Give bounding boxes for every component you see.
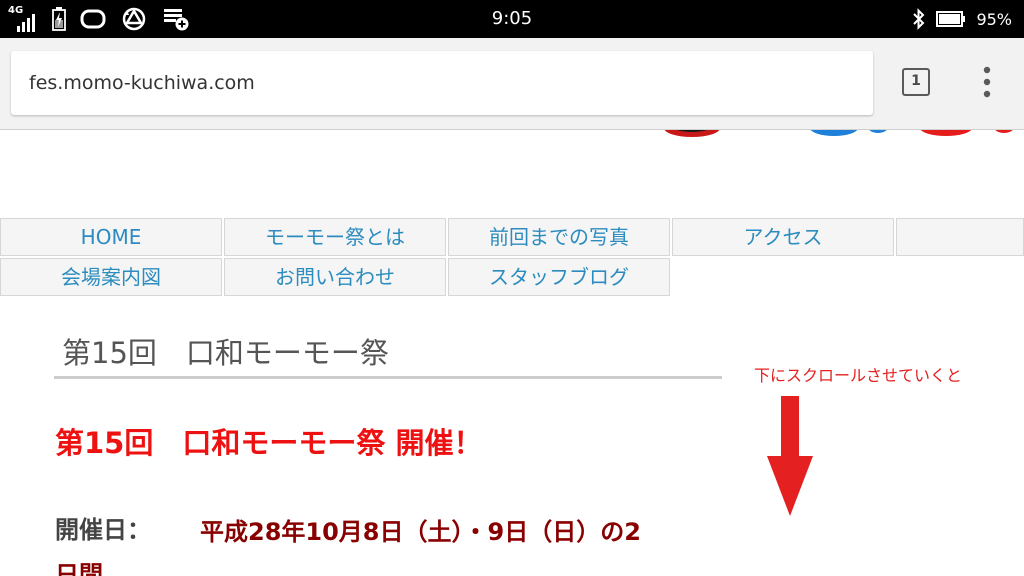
title-divider — [54, 376, 722, 379]
date-value-continued: 日間 — [55, 561, 103, 576]
nav-item-empty — [896, 218, 1024, 256]
status-right-icons: 95% — [912, 0, 1012, 38]
tab-switcher-button[interactable]: 1 — [902, 68, 930, 96]
date-value: 平成28年10月8日（土）・9日（日）の2 — [200, 518, 641, 546]
status-bar: 4G 9:05 95% — [0, 0, 1024, 38]
web-page-content: HOME モーモー祭とは 前回までの写真 アクセス 会場案内図 お問い合わせ ス… — [0, 130, 1024, 576]
annotation-text: 下にスクロールさせていくと — [754, 366, 963, 385]
nav-item-home[interactable]: HOME — [0, 218, 222, 256]
browser-toolbar: fes.momo-kuchiwa.com 1 — [0, 38, 1024, 130]
down-arrow-icon — [767, 396, 813, 516]
nav-item-venue-map[interactable]: 会場案内図 — [0, 258, 222, 296]
nav-item-contact[interactable]: お問い合わせ — [224, 258, 446, 296]
event-headline: 第15回 口和モーモー祭 開催！ — [55, 426, 483, 460]
nav-item-staff-blog[interactable]: スタッフブログ — [448, 258, 670, 296]
battery-icon — [936, 11, 966, 27]
more-vert-icon[interactable] — [974, 64, 1000, 100]
url-bar[interactable]: fes.momo-kuchiwa.com — [11, 51, 873, 115]
nav-item-access[interactable]: アクセス — [672, 218, 894, 256]
nav-item-photos[interactable]: 前回までの写真 — [448, 218, 670, 256]
battery-percent: 95% — [976, 9, 1012, 29]
date-label: 開催日： — [55, 516, 151, 544]
nav-item-about[interactable]: モーモー祭とは — [224, 218, 446, 256]
status-time: 9:05 — [491, 8, 533, 29]
bluetooth-icon — [913, 8, 925, 30]
page-title: 第15回 口和モーモー祭 — [62, 336, 389, 370]
site-logo-fragment — [664, 130, 1013, 137]
